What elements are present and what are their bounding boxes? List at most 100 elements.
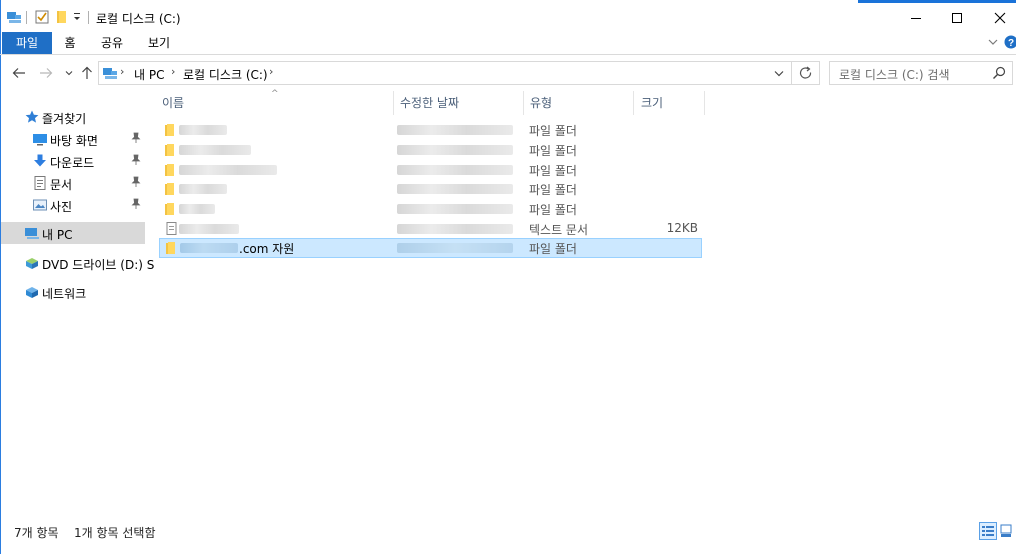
tab-share[interactable]: 공유 (94, 32, 130, 54)
table-row[interactable]: 파일 폴더 (159, 120, 702, 140)
search-icon[interactable] (992, 66, 1006, 83)
forward-button[interactable] (37, 64, 55, 82)
redacted-date (397, 204, 513, 214)
tab-view[interactable]: 보기 (142, 32, 176, 54)
sidebar-item-label: 다운로드 (50, 156, 95, 170)
breadcrumb-chevron-icon[interactable]: › (120, 65, 124, 78)
large-icons-view-button[interactable] (997, 522, 1015, 540)
navigation-bar: › 내 PC › 로컬 디스크 (C:) › 로컬 디스크 (C:) 검색 (0, 55, 1016, 91)
breadcrumb-chevron-icon[interactable]: › (171, 65, 175, 78)
address-bar[interactable]: › 내 PC › 로컬 디스크 (C:) › (98, 61, 792, 85)
back-button[interactable] (10, 64, 28, 82)
pc-icon (24, 225, 40, 241)
sidebar-item-label: 문서 (50, 178, 73, 192)
file-type: 파일 폴더 (529, 183, 577, 197)
navigation-pane: 즐겨찾기 바탕 화면 다운로드 문서 사진 내 PC DVD 드라이브 (D:)… (1, 91, 154, 516)
up-button[interactable] (78, 64, 96, 82)
table-row[interactable]: 파일 폴더 (159, 199, 702, 219)
file-type: 파일 폴더 (529, 124, 577, 138)
table-row[interactable]: 텍스트 문서 12KB (159, 219, 702, 239)
download-arrow-icon (32, 153, 48, 169)
document-icon (32, 175, 48, 191)
help-icon[interactable]: ? (1004, 35, 1016, 52)
file-type: 파일 폴더 (529, 144, 577, 158)
address-dropdown-icon[interactable] (773, 68, 785, 82)
pin-icon[interactable] (131, 176, 141, 191)
folder-icon (165, 163, 179, 176)
breadcrumb-chevron-icon[interactable]: › (269, 65, 273, 78)
sidebar-item-dvd-drive[interactable]: DVD 드라이브 (D:) S (1, 252, 154, 274)
sidebar-item-pictures[interactable]: 사진 (1, 194, 145, 216)
redacted-name (180, 243, 238, 253)
toolbar-separator (88, 11, 89, 24)
folder-icon (165, 202, 179, 215)
redacted-date (397, 224, 513, 234)
minimize-button[interactable] (893, 3, 939, 32)
details-view-icon (982, 526, 994, 536)
sidebar-item-label: 내 PC (42, 228, 73, 242)
folder-icon (166, 241, 180, 254)
file-type: 텍스트 문서 (529, 223, 589, 237)
recent-locations-button[interactable] (60, 64, 78, 82)
column-header-type[interactable]: 유형 (530, 91, 630, 115)
column-header-date[interactable]: 수정한 날짜 (400, 91, 520, 115)
file-size: 12KB (666, 221, 698, 235)
selection-count: 1개 항목 선택함 (74, 526, 156, 540)
sidebar-item-network[interactable]: 네트워크 (1, 281, 145, 303)
column-divider[interactable] (393, 91, 394, 115)
window-title: 로컬 디스크 (C:) (96, 12, 181, 26)
column-header-size[interactable]: 크기 (641, 91, 701, 115)
table-row[interactable]: 파일 폴더 (159, 160, 702, 180)
sidebar-item-label: 바탕 화면 (50, 134, 98, 148)
refresh-button[interactable] (792, 61, 820, 85)
sidebar-item-quick-access[interactable]: 즐겨찾기 (1, 106, 145, 128)
details-view-button[interactable] (979, 522, 997, 540)
pin-icon[interactable] (131, 154, 141, 169)
new-folder-icon[interactable] (54, 9, 70, 25)
file-list: ^ 이름 수정한 날짜 유형 크기 파일 폴더 파일 폴더 파일 폴더 파일 폴… (145, 89, 1016, 516)
sidebar-item-documents[interactable]: 문서 (1, 172, 145, 194)
redacted-name (179, 204, 215, 214)
table-row[interactable]: 파일 폴더 (159, 140, 702, 160)
picture-icon (32, 197, 48, 213)
text-document-icon (165, 222, 179, 235)
toolbar-separator (26, 11, 27, 24)
explorer-app-icon[interactable] (6, 9, 22, 25)
tab-home[interactable]: 홈 (56, 32, 84, 54)
pin-icon[interactable] (131, 198, 141, 213)
tab-file[interactable]: 파일 (2, 32, 52, 54)
breadcrumb-this-pc[interactable]: 내 PC (134, 66, 164, 83)
network-icon (24, 284, 40, 300)
sidebar-item-downloads[interactable]: 다운로드 (1, 150, 145, 172)
column-divider[interactable] (704, 91, 705, 115)
table-row-selected[interactable]: .com 자원 파일 폴더 (159, 238, 702, 258)
svg-text:?: ? (1008, 38, 1014, 49)
breadcrumb-local-disk[interactable]: 로컬 디스크 (C:) (183, 66, 268, 83)
file-name: .com 자원 (239, 242, 295, 256)
redacted-name (179, 224, 239, 234)
redacted-date (397, 125, 513, 135)
sidebar-item-label: 즐겨찾기 (42, 112, 87, 126)
file-type: 파일 폴더 (529, 203, 577, 217)
item-count: 7개 항목 (14, 526, 59, 540)
properties-check-icon[interactable] (34, 9, 50, 25)
expand-ribbon-icon[interactable] (987, 36, 999, 51)
search-box[interactable]: 로컬 디스크 (C:) 검색 (829, 61, 1013, 85)
column-divider[interactable] (523, 91, 524, 115)
column-header-name[interactable]: 이름 (162, 91, 392, 115)
pin-icon[interactable] (131, 132, 141, 147)
redacted-name (179, 165, 277, 175)
pc-location-icon (102, 65, 118, 84)
sidebar-item-this-pc[interactable]: 내 PC (1, 222, 145, 244)
column-divider[interactable] (633, 91, 634, 115)
ribbon-tabs: 파일 홈 공유 보기 ? (0, 32, 1016, 55)
close-button[interactable] (977, 3, 1016, 32)
sidebar-item-label: 사진 (50, 200, 73, 214)
file-type: 파일 폴더 (529, 242, 577, 256)
customize-quick-access-icon[interactable] (72, 11, 88, 27)
table-row[interactable]: 파일 폴더 (159, 179, 702, 199)
redacted-name (179, 125, 227, 135)
folder-icon (165, 143, 179, 156)
maximize-button[interactable] (934, 3, 980, 32)
sidebar-item-desktop[interactable]: 바탕 화면 (1, 128, 145, 150)
